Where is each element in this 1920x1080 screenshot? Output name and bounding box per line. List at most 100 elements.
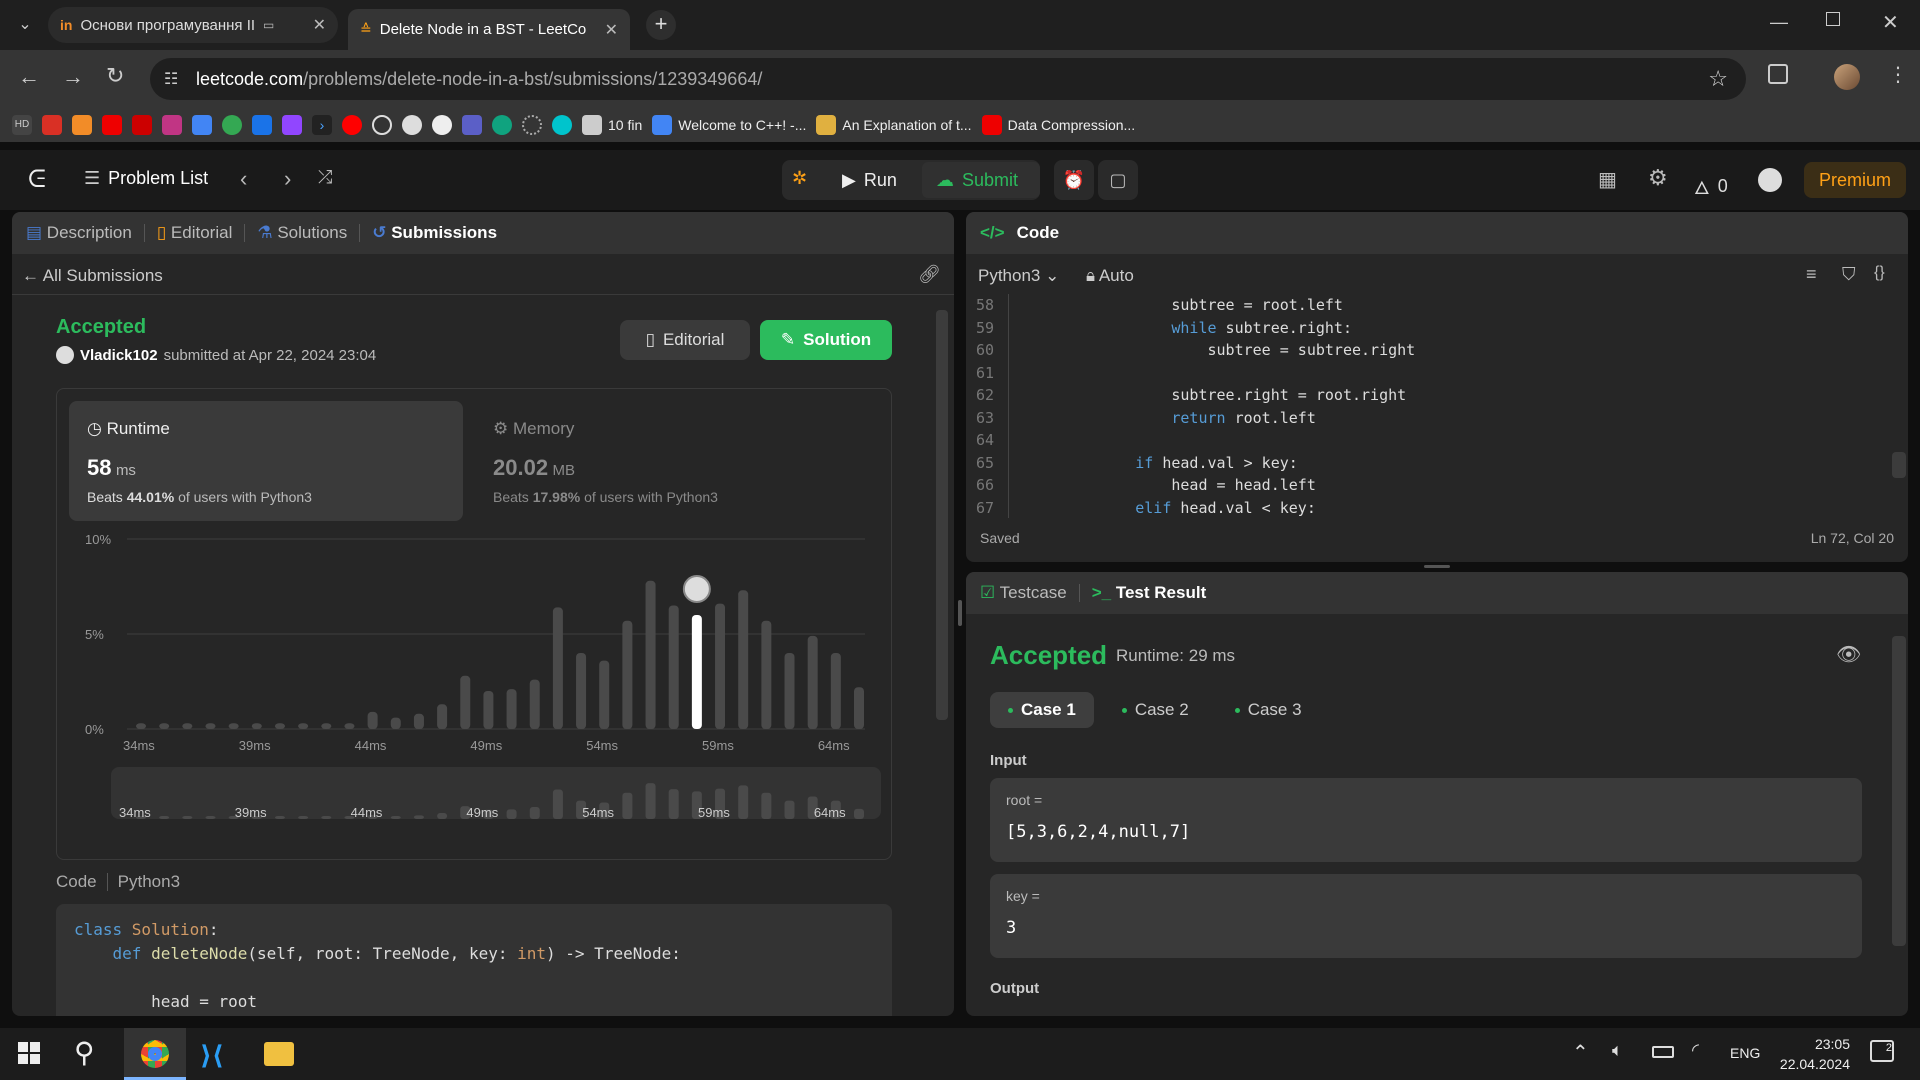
bookmark-star-icon[interactable]: ☆ [1708,66,1728,92]
auto-mode[interactable]: 🔒︎ Auto [1086,266,1134,286]
bookmark-explanation[interactable]: An Explanation of t... [816,113,972,137]
bookmark-10fin[interactable]: 10 fin [582,113,642,137]
bookmark-welcome-cpp[interactable]: Welcome to C++! -... [652,113,806,137]
forward-icon[interactable]: → [62,64,84,90]
leetcode-logo-icon[interactable]: ᕮ [28,166,46,194]
volume-icon[interactable]: 🔈︎ [1612,1040,1623,1061]
youtube-icon[interactable] [102,115,122,135]
browser-tab-course[interactable]: in Основи програмування ІІ ▭ ✕ [48,7,338,43]
battery-icon[interactable] [1652,1046,1674,1058]
chrome-menu-icon[interactable]: ⋮ [1888,62,1908,87]
case-tab-3[interactable]: Case 3 [1217,692,1320,728]
search-icon[interactable]: ⚲ [74,1036,95,1069]
runtime-card[interactable]: ◷ Runtime 58 ms Beats 44.01% of users wi… [69,401,463,521]
streak-counter[interactable]: 🜂 0 [1694,168,1728,205]
tab-solutions[interactable]: ⚗ Solutions [257,223,347,243]
result-scrollbar[interactable] [1892,636,1906,946]
input-value[interactable]: 3 [1006,918,1016,938]
shuffle-icon[interactable]: ⤮ [318,167,332,188]
bookmark-data-compression[interactable]: Data Compression... [981,113,1135,137]
timer-icon[interactable]: ⏰ [1054,160,1094,200]
all-submissions-link[interactable]: ← All Submissions [22,266,163,286]
tab-search-icon[interactable]: ⌄ [14,14,36,36]
close-window-icon[interactable]: ✕ [1882,10,1899,35]
close-tab-icon[interactable]: ✕ [605,20,618,40]
layout-icon[interactable]: ▦ [1598,167,1617,192]
problem-list-button[interactable]: ☰ Problem List [84,168,208,189]
clock[interactable]: 23:05 22.04.2024 [1776,1034,1850,1074]
code-editor[interactable]: 58 subtree = root.left 59 while subtree.r… [966,294,1896,518]
editor-scrollbar[interactable] [1892,452,1906,478]
tab-description[interactable]: ▤ Description [26,223,132,243]
maps-icon[interactable] [222,115,242,135]
tab-test-result[interactable]: >_ Test Result [1092,583,1206,603]
vertical-resize-handle[interactable] [1424,565,1450,568]
new-tab-button[interactable]: + [646,10,676,40]
youtube-music-icon[interactable] [342,115,362,135]
acrobat-icon[interactable] [132,115,152,135]
runtime-distribution-chart[interactable]: 10% 5% 0% 34ms 39ms 44ms 49ms 54ms 59ms 64ms 34ms 3… [57,529,891,859]
hd-icon[interactable]: HD [12,115,32,135]
close-tab-icon[interactable]: ✕ [313,15,326,35]
site-info-icon[interactable]: ☷ [164,69,178,89]
panel-resize-handle[interactable] [958,600,962,626]
course-icon[interactable] [72,115,92,135]
chevron-up-icon[interactable]: ⌃ [1572,1040,1589,1065]
notifications-icon[interactable]: 2 [1870,1040,1894,1062]
case-tab-1[interactable]: Case 1 [990,692,1094,728]
teams-icon[interactable] [462,115,482,135]
wifi-icon[interactable]: ◜ [1692,1040,1699,1061]
chatgpt-icon[interactable] [492,115,512,135]
gmail-icon[interactable] [42,115,62,135]
start-icon[interactable] [18,1042,40,1064]
submit-button[interactable]: ☁ Submit [936,170,1018,191]
translate-icon[interactable] [192,115,212,135]
solution-button[interactable]: ✎ Solution [760,320,892,360]
vscode-icon[interactable]: ⟩⟨ [200,1040,230,1070]
run-button[interactable]: ▶ Run [842,170,897,191]
settings-icon[interactable]: ⚙ [1648,165,1668,191]
speedometer-icon[interactable] [372,115,392,135]
language-select[interactable]: Python3 ⌄ [978,266,1059,286]
input-value[interactable]: [5,3,6,2,4,null,7] [1006,822,1190,842]
file-explorer-icon[interactable] [264,1042,294,1066]
premium-button[interactable]: Premium [1804,162,1906,198]
instagram-icon[interactable] [162,115,182,135]
browser-tab-leetcode[interactable]: ≙ Delete Node in a BST - LeetCo ✕ [348,9,630,50]
debug-icon[interactable]: ✲ [792,168,807,189]
github-icon[interactable] [432,115,452,135]
tab-editorial[interactable]: ▯ Editorial [157,223,233,243]
input-language[interactable]: ENG [1730,1045,1760,1061]
prev-problem-icon[interactable]: ‹ [240,166,247,192]
user-avatar[interactable] [1758,168,1782,192]
next-problem-icon[interactable]: › [284,166,291,192]
memory-card[interactable]: ⚙ Memory 20.02 MB Beats 17.98% of users … [475,401,869,521]
braces-icon[interactable]: {} [1874,264,1885,282]
back-icon[interactable]: ← [18,64,40,90]
tab-testcase[interactable]: ☑ Testcase [980,583,1067,603]
left-scrollbar[interactable] [936,310,948,720]
case-tab-2[interactable]: Case 2 [1104,692,1207,728]
username[interactable]: Vladick102 [80,347,158,364]
address-bar[interactable]: ☷ leetcode.com/problems/delete-node-in-a… [150,58,1746,100]
prime-icon[interactable]: › [312,115,332,135]
loading-icon[interactable] [522,115,542,135]
canva-icon[interactable] [552,115,572,135]
eye-icon[interactable]: 👁︎ [1836,642,1861,667]
bookmark-icon[interactable]: ⛉ [1842,264,1856,285]
reload-icon[interactable]: ↻ [106,63,124,89]
profile-avatar[interactable] [1834,64,1860,90]
tab-submissions[interactable]: ↺ Submissions [372,223,497,243]
format-icon[interactable]: ≡ [1806,264,1817,285]
chrome-taskbar-icon[interactable] [124,1028,186,1080]
extensions-icon[interactable] [1768,64,1788,84]
restore-icon[interactable] [1826,12,1840,26]
share-link-icon[interactable]: 🔗︎ [918,264,941,285]
twitch-icon[interactable] [282,115,302,135]
editorial-button[interactable]: ▯ Editorial [620,320,750,360]
bookmark-icon[interactable] [252,115,272,135]
minimize-icon[interactable]: — [1770,12,1788,33]
code-tab-label[interactable]: Code [1017,223,1060,243]
notes-icon[interactable]: ▢ [1098,160,1138,200]
wordpress-icon[interactable] [402,115,422,135]
